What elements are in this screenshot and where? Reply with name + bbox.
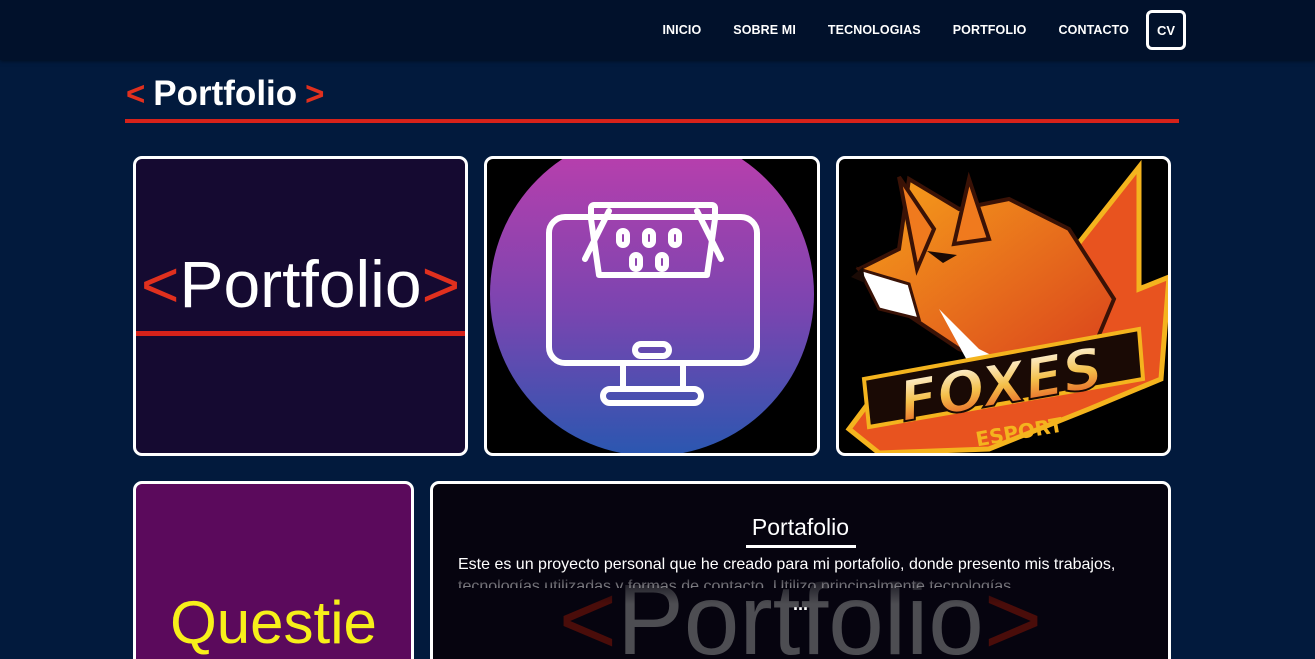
nav-links: INICIO SOBRE MI TECNOLOGIAS PORTFOLIO CO…	[662, 0, 1186, 60]
project-card-foxes[interactable]: FOXES ESPORT	[836, 156, 1171, 456]
nav-link-contacto[interactable]: CONTACTO	[1059, 23, 1129, 37]
project-card-shop[interactable]	[484, 156, 820, 456]
nav-link-portfolio[interactable]: PORTFOLIO	[953, 23, 1027, 37]
project-card-questie[interactable]: Questie	[133, 481, 414, 659]
shopping-cart-monitor-icon	[490, 159, 814, 453]
section-title-underline	[125, 119, 1179, 123]
nav-link-tecnologias[interactable]: TECNOLOGIAS	[828, 23, 921, 37]
portfolio-logo-underline	[136, 331, 465, 336]
section-title: < Portfolio >	[126, 72, 324, 116]
portfolio-logo-text: Portfolio	[179, 247, 422, 321]
navbar: INICIO SOBRE MI TECNOLOGIAS PORTFOLIO CO…	[0, 0, 1315, 60]
nav-link-sobre-mi[interactable]: SOBRE MI	[733, 23, 796, 37]
questie-logo-text: Questie	[170, 589, 377, 656]
project-card-detail[interactable]: <Portfolio> Portafolio Este es un proyec…	[430, 481, 1171, 659]
cv-button[interactable]: CV	[1146, 10, 1186, 50]
detail-more-button[interactable]: ...	[433, 594, 1168, 615]
project-card-portfolio[interactable]: <Portfolio>	[133, 156, 468, 456]
section-title-bracket-close: >	[305, 75, 325, 112]
section-title-bracket-open: <	[126, 75, 146, 112]
detail-title-underline	[746, 545, 856, 548]
foxes-esport-logo: FOXES ESPORT	[845, 159, 1168, 453]
nav-link-inicio[interactable]: INICIO	[662, 23, 701, 37]
detail-title: Portafolio	[751, 514, 850, 540]
portfolio-logo: <Portfolio>	[136, 251, 465, 317]
section-title-text: Portfolio	[153, 74, 298, 113]
portfolio-logo-bracket-close: >	[421, 247, 461, 321]
portfolio-logo-bracket-open: <	[140, 247, 180, 321]
